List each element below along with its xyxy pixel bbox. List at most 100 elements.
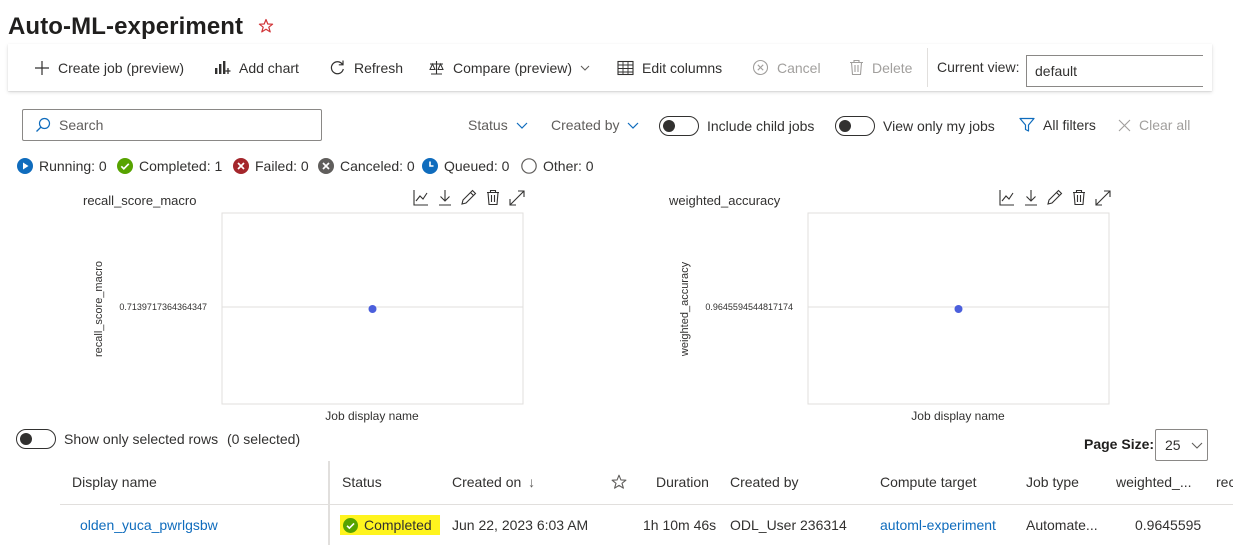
show-selected-rows-toggle[interactable] [16,429,56,449]
canceled-status-label: Canceled: 0 [340,158,415,174]
page-size-label: Page Size: [1084,436,1155,452]
search-box[interactable] [22,109,322,141]
include-child-jobs-label: Include child jobs [707,118,815,134]
page-size-value: 25 [1165,437,1181,453]
cancel-button[interactable]: Cancel [752,44,821,91]
queued-status-label: Queued: 0 [444,158,510,174]
download-icon[interactable] [1024,189,1038,206]
x-circle-icon [233,158,249,174]
running-status-label: Running: 0 [39,158,107,174]
filter-funnel-icon [1019,117,1035,132]
compare-button[interactable]: Compare (preview) [428,44,590,91]
chevron-down-icon [516,122,528,129]
job-display-name-link[interactable]: olden_yuca_pwrlgsbw [80,505,218,545]
pencil-icon[interactable] [461,189,477,206]
status-filter-dropdown[interactable]: Status [468,117,528,133]
chevron-down-icon [580,65,590,71]
column-header-job-type[interactable]: Job type [1026,461,1079,504]
chevron-down-icon [628,122,639,129]
selected-count: (0 selected) [226,431,301,447]
job-duration: 1h 10m 46s [643,517,717,533]
created-by-filter-label: Created by [551,117,620,133]
expand-icon[interactable] [509,189,525,206]
y-axis-label: weighted_accuracy [679,261,691,357]
cancel-circle-icon [752,59,769,76]
completed-status-label: Completed: 1 [139,158,223,174]
refresh-button[interactable]: Refresh [329,44,403,91]
column-header-weighted-accuracy[interactable]: weighted_... [1116,461,1192,504]
page-title: Auto-ML-experiment [8,13,244,40]
command-bar: Create job (preview) Add chart Refresh C… [8,44,1212,91]
column-header-recall[interactable]: rec [1216,461,1233,504]
job-type: Automate... [1026,517,1098,533]
trash-icon [850,59,863,76]
trash-icon[interactable] [1072,189,1086,206]
show-selected-rows-text: Show only selected rows [64,431,219,447]
view-only-my-jobs-toggle[interactable]: View only my jobs [835,116,995,136]
create-job-button[interactable]: Create job (preview) [34,44,184,91]
add-chart-label: Add chart [239,59,299,76]
edit-columns-label: Edit columns [642,59,723,76]
add-chart-button[interactable]: Add chart [214,44,299,91]
include-child-jobs-toggle[interactable]: Include child jobs [659,116,814,136]
cancel-label: Cancel [777,59,821,76]
favorite-star-icon[interactable] [258,18,274,34]
play-circle-icon [17,158,33,174]
current-view-input[interactable] [1026,55,1203,87]
column-header-created-by[interactable]: Created by [730,461,798,504]
line-chart-icon[interactable] [413,189,429,206]
weighted-accuracy-chart: 0.9645594544817174 weighted_accuracy Job… [679,212,1110,423]
table-columns-icon [617,60,634,75]
created-on-header-label: Created on [452,474,522,490]
scale-icon [429,60,444,75]
queued-status-count[interactable]: Queued: 0 [422,158,509,174]
toolbar-divider [927,48,928,87]
delete-label: Delete [872,59,913,76]
bar-chart-add-icon [215,60,231,74]
running-status-count[interactable]: Running: 0 [17,158,107,174]
create-job-label: Create job (preview) [58,59,185,76]
job-created-on: Jun 22, 2023 6:03 AM [452,517,589,533]
y-tick-label: 0.9645594544817174 [705,302,793,312]
search-input[interactable] [59,117,309,133]
show-selected-rows-label: Show only selected rows (0 selected) [64,431,300,447]
page-size-dropdown[interactable]: 25 [1155,429,1208,461]
clear-all-button[interactable]: Clear all [1118,117,1190,133]
created-by-filter-dropdown[interactable]: Created by [551,117,639,133]
jobs-table: Display name Status Created on ↓ Duratio… [60,461,1233,545]
download-icon[interactable] [438,189,452,206]
chart-title: weighted_accuracy [669,193,781,208]
clock-circle-icon [422,158,438,174]
canceled-status-count[interactable]: Canceled: 0 [318,158,415,174]
favorite-column-star-icon[interactable] [611,474,627,490]
column-header-created-on[interactable]: Created on ↓ [452,461,535,504]
line-chart-icon[interactable] [999,189,1015,206]
job-status-cell: Completed [340,515,440,535]
completed-status-count[interactable]: Completed: 1 [117,158,222,174]
data-point[interactable] [368,305,377,313]
delete-button[interactable]: Delete [849,44,912,91]
column-header-duration[interactable]: Duration [656,461,709,504]
x-axis-label: Job display name [325,409,419,423]
data-point[interactable] [954,305,963,313]
toggle-switch[interactable] [659,116,699,136]
column-header-display-name[interactable]: Display name [72,461,157,504]
view-only-my-jobs-label: View only my jobs [883,118,995,134]
other-status-count[interactable]: Other: 0 [521,158,594,174]
toggle-switch[interactable] [835,116,875,136]
all-filters-button[interactable]: All filters [1019,117,1096,133]
job-compute-target-link[interactable]: automl-experiment [880,505,996,545]
y-tick-label: 0.7139717364364347 [119,302,207,312]
pencil-icon[interactable] [1047,189,1063,206]
expand-icon[interactable] [1095,189,1111,206]
other-status-label: Other: 0 [543,158,594,174]
column-header-compute-target[interactable]: Compute target [880,461,977,504]
edit-columns-button[interactable]: Edit columns [617,44,722,91]
check-circle-icon [117,158,133,174]
column-divider[interactable] [328,461,330,545]
current-view-label: Current view: [937,59,1020,75]
column-header-status[interactable]: Status [342,461,382,504]
trash-icon[interactable] [486,189,500,206]
failed-status-label: Failed: 0 [255,158,309,174]
failed-status-count[interactable]: Failed: 0 [233,158,309,174]
